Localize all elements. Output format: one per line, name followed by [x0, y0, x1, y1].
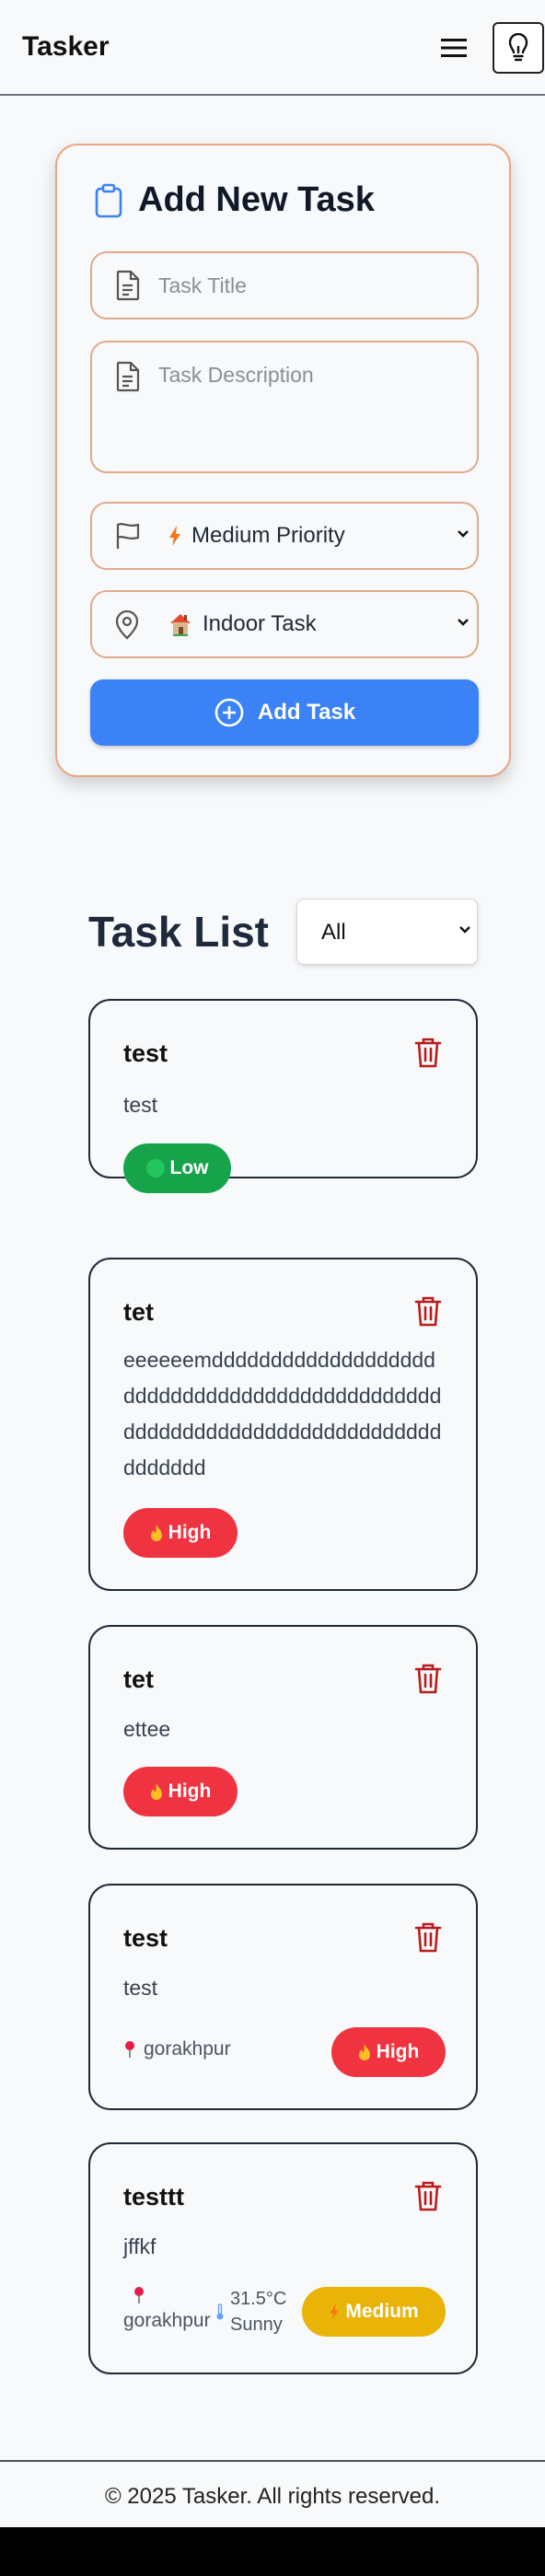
task-title: testtt — [123, 2183, 184, 2210]
pushpin-icon — [125, 2041, 134, 2058]
task-title-input[interactable]: Task Title — [90, 251, 479, 319]
task-card: test test Low — [88, 999, 478, 1193]
task-description: test — [123, 1976, 158, 2000]
task-location: gorakhpur — [123, 2286, 215, 2332]
task-title: test — [123, 1039, 168, 1067]
app-root: Tasker Add New Task Task Title Task Desc… — [0, 0, 545, 2527]
task-card: testtt jffkf gorakhpur 31.5°C Sunny Medi… — [88, 2142, 478, 2374]
task-description-placeholder: Task Description — [158, 363, 314, 387]
lightbulb-icon — [508, 33, 528, 62]
priority-badge-label: High — [168, 1781, 212, 1802]
task-description-input[interactable]: Task Description — [90, 341, 479, 473]
task-title: tet — [123, 1665, 154, 1693]
fire-icon — [150, 1525, 162, 1541]
priority-badge-label: High — [168, 1522, 212, 1543]
priority-badge: Medium — [302, 2287, 446, 2337]
trash-icon[interactable] — [413, 1294, 443, 1328]
filter-selected: All — [321, 920, 346, 945]
theme-toggle-button[interactable] — [493, 22, 544, 74]
task-type-selected-label: Indoor Task — [203, 611, 317, 636]
form-header: Add New Task — [94, 180, 375, 220]
form-title: Add New Task — [138, 180, 375, 219]
low-priority-icon — [145, 1159, 165, 1178]
task-description: eeeeeemddddddddddddddddddddddddddddddddd… — [123, 1348, 442, 1479]
add-task-form: Add New Task Task Title Task Description… — [55, 144, 511, 777]
lightning-icon — [330, 2303, 339, 2320]
document-icon — [116, 361, 140, 392]
flag-icon — [116, 523, 140, 549]
task-card: tet ettee High — [88, 1625, 478, 1850]
footer-copyright: © 2025 Tasker. All rights reserved. — [104, 2484, 441, 2509]
task-temperature: 31.5°C — [230, 2289, 287, 2309]
task-title: test — [123, 1924, 168, 1952]
document-icon — [116, 270, 140, 301]
menu-button[interactable] — [435, 29, 472, 66]
priority-select[interactable]: Medium Priority — [90, 502, 479, 570]
task-description: jffkf — [123, 2234, 157, 2258]
hamburger-icon — [441, 39, 467, 57]
page-footer: © 2025 Tasker. All rights reserved. — [0, 2460, 545, 2527]
house-icon — [170, 614, 191, 636]
task-title-placeholder: Task Title — [158, 273, 247, 297]
task-location: gorakhpur — [123, 2038, 231, 2060]
priority-badge-label: High — [376, 2041, 420, 2062]
priority-badge-label: Medium — [345, 2301, 419, 2322]
fire-icon — [358, 2044, 370, 2060]
trash-icon[interactable] — [413, 1662, 443, 1695]
plus-circle-icon — [215, 698, 244, 727]
task-location-label: gorakhpur — [144, 2038, 231, 2060]
priority-badge-label: Low — [169, 1157, 209, 1178]
task-description: ettee — [123, 1717, 171, 1741]
trash-icon[interactable] — [413, 2179, 443, 2212]
priority-badge: High — [331, 2027, 446, 2077]
task-title: tet — [123, 1298, 154, 1326]
task-weather: 31.5°C Sunny — [215, 2286, 286, 2338]
chevron-down-icon — [458, 530, 469, 538]
priority-badge: High — [123, 1767, 238, 1816]
priority-badge: Low — [123, 1143, 231, 1193]
thermometer-icon — [216, 2303, 224, 2320]
map-pin-icon — [115, 609, 139, 640]
clipboard-icon — [95, 183, 122, 217]
task-location-label: gorakhpur — [123, 2310, 211, 2331]
task-description: test — [123, 1093, 158, 1117]
chevron-down-icon — [459, 926, 470, 934]
top-header: Tasker — [0, 0, 545, 96]
task-card: tet eeeeeemddddddddddddddddddddddddddddd… — [88, 1258, 478, 1591]
trash-icon[interactable] — [413, 1036, 443, 1069]
chevron-down-icon — [458, 619, 469, 626]
lightning-icon — [169, 526, 180, 546]
task-filter-select[interactable]: All — [296, 899, 478, 965]
task-type-select[interactable]: Indoor Task — [90, 590, 479, 658]
task-type-selected: Indoor Task — [168, 611, 317, 637]
pushpin-icon — [134, 2287, 144, 2303]
brand-logo[interactable]: Tasker — [22, 31, 110, 63]
fire-icon — [150, 1783, 162, 1800]
trash-icon[interactable] — [413, 1920, 443, 1954]
add-task-label: Add Task — [257, 700, 356, 725]
priority-badge: High — [123, 1508, 238, 1558]
priority-selected-label: Medium Priority — [191, 523, 345, 548]
priority-selected: Medium Priority — [168, 523, 345, 549]
task-weather-label: Sunny — [230, 2315, 283, 2335]
task-list-title: Task List — [88, 908, 269, 956]
task-card: test test gorakhpur High — [88, 1884, 478, 2110]
add-task-button[interactable]: Add Task — [90, 679, 479, 746]
